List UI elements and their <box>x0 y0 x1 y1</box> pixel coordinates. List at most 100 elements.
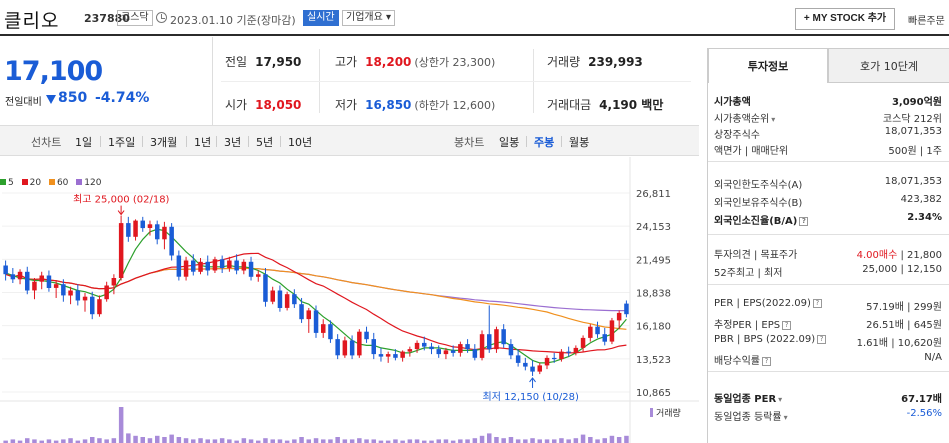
divider <box>708 284 949 285</box>
tab-3y[interactable]: 3년 <box>224 134 241 150</box>
help-icon[interactable]: ? <box>799 216 809 226</box>
low-value: 16,850 <box>365 98 412 112</box>
divider <box>526 136 527 147</box>
line-chart-label: 선차트 <box>31 136 62 149</box>
info-key: 시가총액 <box>714 97 751 108</box>
candle-body <box>198 261 203 272</box>
tab-weekly[interactable]: 주봉 <box>534 134 554 150</box>
candle-body <box>248 261 254 277</box>
tab-orderbook-10[interactable]: 호가 10단계 <box>828 48 949 83</box>
candle-body <box>90 296 95 315</box>
volume-bar <box>313 438 319 443</box>
volume-bar <box>602 438 607 443</box>
investment-info-panel: 투자정보 호가 10단계 시가총액 3,090억원 시가총액순위 ▾ 코스닥 212위 상… <box>707 48 949 443</box>
volume-bar <box>364 439 369 443</box>
company-overview-dropdown[interactable]: 기업개요 ▾ <box>342 10 396 26</box>
candle-chart-label: 봉차트 <box>454 136 485 149</box>
volume-bar <box>328 439 333 443</box>
volume-bar <box>465 439 470 443</box>
candle-body <box>494 329 499 350</box>
volume-bar <box>609 435 615 443</box>
add-mystock-button[interactable]: + MY STOCK 추가 <box>795 8 895 30</box>
candle-body <box>465 344 470 350</box>
tab-monthly[interactable]: 월봉 <box>569 134 589 150</box>
volume-bar <box>508 437 514 443</box>
chevron-down-icon[interactable]: ▾ <box>778 395 782 404</box>
volume-bar <box>133 435 138 443</box>
volume-bar <box>219 438 225 443</box>
chevron-down-icon[interactable]: ▾ <box>771 115 775 124</box>
volume-bar <box>624 435 629 443</box>
tab-3m[interactable]: 3개월 <box>150 134 177 150</box>
divider <box>142 136 143 147</box>
info-key: 배당수익률? <box>714 352 771 367</box>
volume-value: 239,993 <box>588 55 643 69</box>
volume: 거래량 239,993 <box>547 53 643 70</box>
info-key: 상장주식수 <box>714 130 760 141</box>
info-value: 57.19배 | 299원 <box>866 302 942 313</box>
volume-bar <box>393 439 398 443</box>
candle-body <box>82 296 88 301</box>
volume-bar <box>118 407 124 443</box>
chevron-down-icon[interactable]: ▾ <box>784 413 788 422</box>
candle-body <box>407 349 413 352</box>
amount-label: 거래대금 <box>547 98 592 112</box>
candle-body <box>321 324 326 333</box>
help-icon[interactable]: ? <box>762 356 771 366</box>
help-icon[interactable]: ? <box>817 334 827 344</box>
quick-order-link[interactable]: 빠른주문 <box>908 12 945 27</box>
info-row: 추정PER | EPS? 26.51배 | 645원 <box>714 316 942 332</box>
help-icon[interactable]: ? <box>812 298 822 308</box>
open-label: 시가 <box>225 98 248 112</box>
divider <box>708 161 949 162</box>
info-key: PER | EPS(2022.09)? <box>714 298 822 309</box>
candle-body <box>97 299 102 315</box>
volume-legend-label: 거래량 <box>656 407 681 419</box>
candle-body <box>46 275 52 288</box>
candle-body <box>566 351 571 353</box>
prev-close-label: 전일 <box>225 55 248 69</box>
high-label: 고가 <box>335 55 358 69</box>
info-value: 1.61배 | 10,620원 <box>856 338 942 349</box>
candle-body <box>335 339 340 356</box>
tab-investment-info[interactable]: 투자정보 <box>708 48 828 83</box>
candle-body <box>357 331 362 356</box>
volume-bar <box>501 438 506 443</box>
volume-bar <box>371 439 376 443</box>
weekly-candle-chart[interactable]: 26,811 24,153 21,495 18,838 16,180 13,523 10,8… <box>0 157 699 443</box>
tab-1y[interactable]: 1년 <box>194 134 211 150</box>
realtime-button[interactable]: 실시간 <box>303 10 339 26</box>
candle-body <box>342 340 348 356</box>
tab-5y[interactable]: 5년 <box>256 134 273 150</box>
volume-bar <box>90 437 95 443</box>
help-icon[interactable]: ? <box>782 320 792 330</box>
tab-10y[interactable]: 10년 <box>288 134 312 150</box>
info-key: 외국인한도주식수(A) <box>714 180 803 191</box>
volume-bar <box>616 437 622 443</box>
info-row: 외국인한도주식수(A) 18,071,353 <box>714 176 942 192</box>
quote-grid: 전일 17,950 고가 18,200 (상한가 23,300) 거래량 239,993… <box>213 37 699 125</box>
candle-body <box>595 326 600 335</box>
reference-date: 2023.01.10 기준(장마감) <box>170 14 296 27</box>
chevron-down-icon: ▾ <box>386 12 392 23</box>
tab-1d[interactable]: 1일 <box>75 134 92 150</box>
candle-body <box>429 346 434 350</box>
volume-bar <box>479 435 485 443</box>
candle-body <box>104 285 109 300</box>
volume-bar <box>176 437 182 443</box>
tab-daily[interactable]: 일봉 <box>499 134 519 150</box>
tab-1w[interactable]: 1주일 <box>108 134 135 150</box>
candle-body <box>234 260 239 271</box>
divider <box>561 136 562 147</box>
clock-icon <box>156 12 167 23</box>
candle-body <box>284 294 290 308</box>
info-value: 3,090억원 <box>891 97 942 108</box>
volume-bar <box>82 439 88 443</box>
volume-bar <box>523 439 528 443</box>
price-change: 850 <box>58 90 88 106</box>
volume-bar <box>342 439 348 443</box>
candle-body <box>508 344 514 356</box>
stock-name[interactable]: 클리오 <box>4 6 59 33</box>
candle-body <box>537 365 542 372</box>
candle-body <box>256 274 261 277</box>
